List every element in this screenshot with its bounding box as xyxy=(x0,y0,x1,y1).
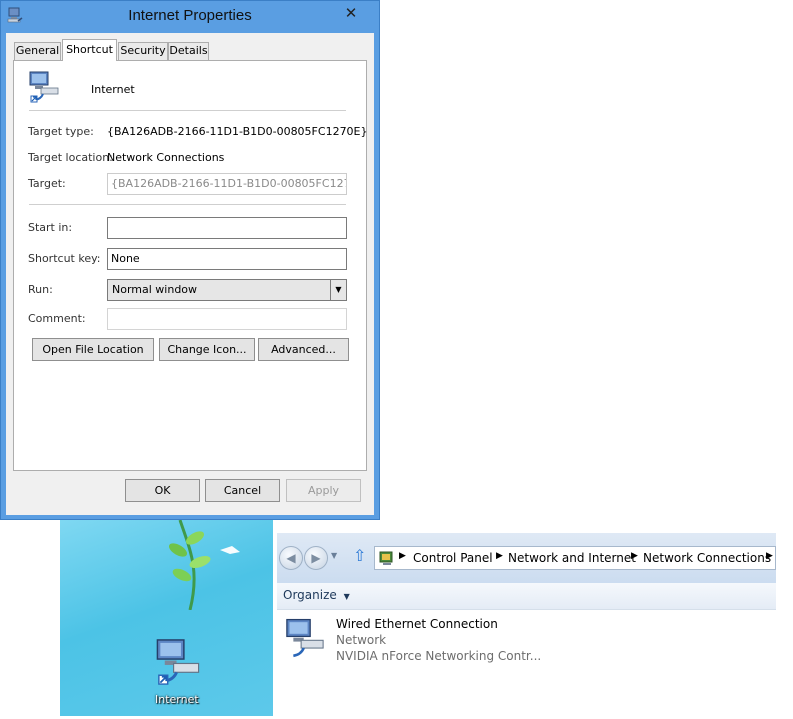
target-type-label: Target type: xyxy=(28,125,94,138)
close-button[interactable]: ✕ xyxy=(337,3,365,23)
connection-status: Network xyxy=(336,633,387,647)
internet-shortcut-icon[interactable] xyxy=(153,637,203,687)
explorer-window-fragment: ◀ ▶ ▼ ⇧ ▶ Control Panel ▶ Network and In… xyxy=(277,533,776,679)
up-arrow-icon[interactable]: ⇧ xyxy=(353,546,366,565)
shortcut-key-label: Shortcut key: xyxy=(28,252,101,265)
start-in-field[interactable] xyxy=(107,217,347,239)
target-type-value: {BA126ADB-2166-11D1-B1D0-00805FC1270E} xyxy=(107,125,368,138)
back-arrow-icon[interactable]: ◀ xyxy=(279,546,303,570)
network-adapter-icon xyxy=(286,618,324,658)
tab-details[interactable]: Details xyxy=(168,42,209,60)
connection-name: Wired Ethernet Connection xyxy=(336,617,498,631)
run-select-value: Normal window xyxy=(112,283,198,296)
control-panel-icon xyxy=(379,551,393,565)
network-connection-icon xyxy=(29,71,59,103)
shortcut-key-field[interactable]: None xyxy=(107,248,347,270)
breadcrumb-network-connections[interactable]: Network Connections xyxy=(643,551,771,565)
target-label: Target: xyxy=(28,177,66,190)
chevron-down-icon[interactable]: ▼ xyxy=(330,280,346,300)
target-location-label: Target location: xyxy=(28,151,113,164)
desktop-wallpaper: Internet xyxy=(60,520,273,716)
target-location-value: Network Connections xyxy=(107,151,225,164)
chevron-down-icon: ▼ xyxy=(343,592,350,601)
separator xyxy=(29,110,346,111)
dialog-client-area: General Shortcut Security Details Intern… xyxy=(6,33,374,515)
window-title: Internet Properties xyxy=(128,7,252,24)
breadcrumb-separator-icon[interactable]: ▶ xyxy=(766,551,773,561)
command-bar: Organize ▼ xyxy=(277,583,776,610)
target-field[interactable]: {BA126ADB-2166-11D1-B1D0-00805FC1270E} xyxy=(107,173,347,195)
open-file-location-button[interactable]: Open File Location xyxy=(32,338,154,361)
desktop-icon-label[interactable]: Internet xyxy=(155,693,199,706)
forward-arrow-icon[interactable]: ▶ xyxy=(304,546,328,570)
recent-pages-chevron-icon[interactable]: ▼ xyxy=(331,551,337,560)
breadcrumb-separator-icon[interactable]: ▶ xyxy=(496,551,503,561)
run-label: Run: xyxy=(28,283,53,296)
breadcrumb-separator-icon[interactable]: ▶ xyxy=(399,551,406,561)
change-icon-button[interactable]: Change Icon... xyxy=(159,338,255,361)
breadcrumb-control-panel[interactable]: Control Panel xyxy=(413,551,493,565)
connection-list-item[interactable]: Wired Ethernet Connection Network NVIDIA… xyxy=(277,611,776,679)
shortcut-tab-panel: Internet Target type: {BA126ADB-2166-11D… xyxy=(13,60,368,471)
comment-label: Comment: xyxy=(28,312,86,325)
internet-properties-dialog: Internet Properties ✕ General Shortcut S… xyxy=(0,0,380,520)
tab-shortcut[interactable]: Shortcut xyxy=(62,39,117,61)
organize-menu[interactable]: Organize ▼ xyxy=(283,588,350,602)
breadcrumb-separator-icon[interactable]: ▶ xyxy=(631,551,638,561)
comment-field[interactable] xyxy=(107,308,347,330)
tab-general[interactable]: General xyxy=(14,42,61,60)
address-bar-strip: ◀ ▶ ▼ ⇧ ▶ Control Panel ▶ Network and In… xyxy=(277,533,776,583)
title-bar[interactable]: Internet Properties ✕ xyxy=(1,1,379,33)
cancel-button[interactable]: Cancel xyxy=(205,479,280,502)
tab-security[interactable]: Security xyxy=(118,42,168,60)
start-in-label: Start in: xyxy=(28,221,73,234)
apply-button[interactable]: Apply xyxy=(286,479,361,502)
shortcut-name: Internet xyxy=(91,83,135,96)
advanced-button[interactable]: Advanced... xyxy=(258,338,349,361)
wallpaper-branch-decoration xyxy=(168,520,240,610)
address-box[interactable]: ▶ Control Panel ▶ Network and Internet ▶… xyxy=(374,546,776,570)
breadcrumb-network-and-internet[interactable]: Network and Internet xyxy=(508,551,636,565)
separator xyxy=(29,204,346,205)
ok-button[interactable]: OK xyxy=(125,479,200,502)
connection-device: NVIDIA nForce Networking Contr... xyxy=(336,649,542,663)
run-select[interactable]: Normal window ▼ xyxy=(107,279,347,301)
organize-label: Organize xyxy=(283,588,337,602)
